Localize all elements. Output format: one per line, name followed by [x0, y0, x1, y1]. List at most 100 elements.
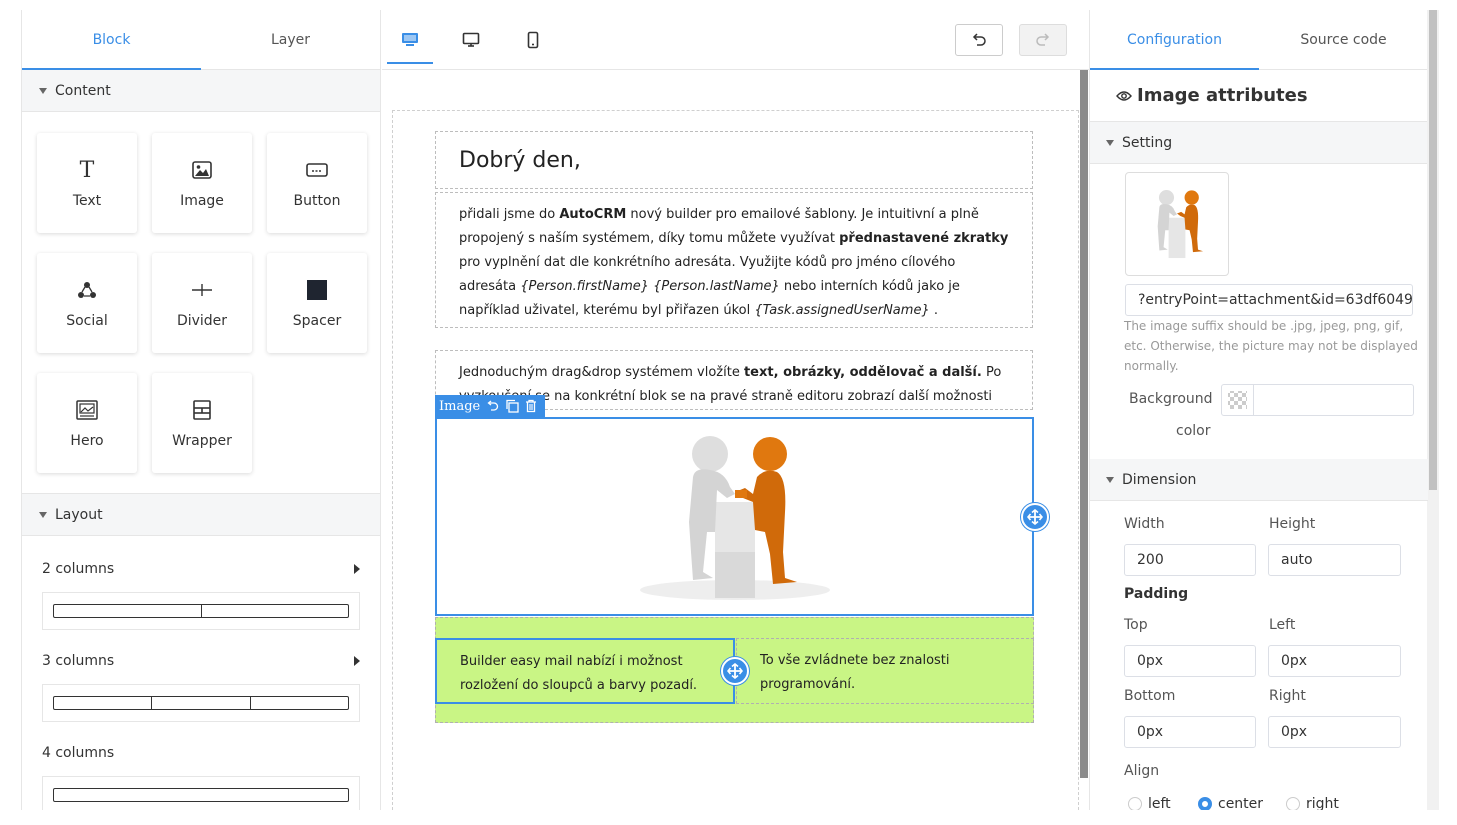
columns-preview[interactable]: [42, 684, 360, 722]
desktop-icon: [462, 32, 480, 47]
undo-button[interactable]: [955, 24, 1003, 56]
layout-3-columns[interactable]: 3 columns: [22, 650, 380, 722]
width-label: Width: [1124, 516, 1165, 532]
image-suffix-hint: The image suffix should be .jpg, jpeg, p…: [1124, 319, 1418, 373]
dimension-section-header[interactable]: Dimension: [1090, 459, 1428, 501]
color-label: color: [1176, 423, 1211, 439]
column-right[interactable]: To vše zvládnete bez znalosti programová…: [736, 638, 1034, 704]
redo-button[interactable]: [1019, 24, 1067, 56]
block-label: Wrapper: [172, 433, 232, 449]
content-section-header[interactable]: Content: [22, 70, 380, 112]
block-image[interactable]: Image: [152, 133, 252, 233]
transparent-swatch-icon: [1222, 385, 1254, 415]
caret-down-icon: [1106, 476, 1114, 483]
layout-section-header[interactable]: Layout: [22, 494, 380, 536]
column-right-text: To vše zvládnete bez znalosti programová…: [760, 653, 950, 692]
image-src-input[interactable]: ?entryPoint=attachment&id=63df6049d0: [1125, 284, 1413, 316]
padding-bottom-input[interactable]: 0px: [1124, 716, 1256, 748]
image-thumbnail[interactable]: [1125, 172, 1229, 276]
radio-checked-icon: [1198, 797, 1212, 810]
text-icon: T: [79, 157, 95, 183]
layout-label: 3 columns: [42, 653, 115, 669]
image-block-toolbar: Image: [435, 395, 545, 417]
caret-right-icon[interactable]: [354, 564, 360, 574]
move-handle-image[interactable]: [1021, 503, 1049, 531]
layout-4-columns[interactable]: 4 columns: [22, 742, 380, 810]
bottom-label: Bottom: [1124, 688, 1176, 704]
caret-down-icon: [39, 87, 47, 94]
handshake-figures-image: [639, 435, 830, 600]
button-icon: [306, 157, 328, 183]
pc-view-button[interactable]: [387, 28, 433, 64]
layout-section-title: Layout: [55, 506, 103, 523]
layout-label: 4 columns: [42, 745, 115, 761]
block-text[interactable]: T Text: [37, 133, 137, 233]
tab-layer[interactable]: Layer: [201, 10, 380, 69]
padding-top-input[interactable]: 0px: [1124, 645, 1256, 677]
editor-canvas-area: Dobrý den, přidali jsme do AutoCRM nový …: [382, 10, 1089, 810]
block-label: Social: [66, 313, 108, 329]
panel-scrollbar[interactable]: [1427, 10, 1439, 810]
height-input[interactable]: auto: [1268, 544, 1401, 576]
align-left-option[interactable]: left: [1128, 796, 1171, 810]
columns-preview[interactable]: [42, 592, 360, 630]
block-label: Button: [293, 193, 341, 209]
padding-right-input[interactable]: 0px: [1268, 716, 1401, 748]
align-label: Align: [1124, 763, 1160, 779]
block-button[interactable]: Button: [267, 133, 367, 233]
image-block-selected[interactable]: [435, 417, 1034, 616]
caret-down-icon: [1106, 139, 1114, 146]
move-icon: [1027, 509, 1043, 525]
mobile-icon: [527, 31, 539, 49]
layout-2-columns[interactable]: 2 columns: [22, 558, 380, 630]
canvas-scrollbar[interactable]: [1080, 70, 1088, 778]
greeting-block[interactable]: Dobrý den,: [435, 131, 1033, 189]
block-divider[interactable]: Divider: [152, 253, 252, 353]
content-section-title: Content: [55, 82, 111, 99]
align-right-option[interactable]: right: [1286, 796, 1339, 810]
text-block-intro[interactable]: přidali jsme do AutoCRM nový builder pro…: [435, 192, 1033, 328]
desktop-view-button[interactable]: [448, 28, 494, 64]
panel-title: Image attributes: [1090, 70, 1428, 122]
right-tabs: Configuration Source code: [1090, 10, 1428, 70]
radio-icon: [1286, 797, 1300, 810]
top-label: Top: [1124, 617, 1148, 633]
column-left-text: Builder easy mail nabízí i možnost rozlo…: [460, 654, 698, 693]
mobile-view-button[interactable]: [510, 28, 556, 64]
tab-block[interactable]: Block: [22, 10, 201, 70]
block-panel: Block Layer Content T Text Image Button …: [21, 10, 381, 810]
hero-icon: [76, 397, 98, 423]
redo-icon: [1036, 33, 1050, 46]
move-icon: [727, 663, 743, 679]
block-hero[interactable]: Hero: [37, 373, 137, 473]
caret-right-icon[interactable]: [354, 656, 360, 666]
delete-icon[interactable]: [525, 399, 537, 413]
padding-label: Padding: [1124, 586, 1189, 602]
editor-toolbar: [382, 10, 1089, 70]
block-social[interactable]: Social: [37, 253, 137, 353]
block-label: Hero: [70, 433, 104, 449]
setting-section-title: Setting: [1122, 134, 1173, 151]
columns-preview[interactable]: [42, 776, 360, 810]
padding-left-input[interactable]: 0px: [1268, 645, 1401, 677]
tab-source-code[interactable]: Source code: [1259, 10, 1428, 69]
column-left[interactable]: Builder easy mail nabízí i možnost rozlo…: [435, 638, 735, 704]
right-label: Right: [1269, 688, 1306, 704]
setting-section-header[interactable]: Setting: [1090, 122, 1428, 164]
dimension-section-title: Dimension: [1122, 471, 1197, 488]
width-input[interactable]: 200: [1124, 544, 1256, 576]
layout-label: 2 columns: [42, 561, 115, 577]
block-spacer[interactable]: Spacer: [267, 253, 367, 353]
move-handle-column[interactable]: [721, 657, 749, 685]
align-center-option[interactable]: center: [1198, 796, 1263, 810]
undo-icon[interactable]: [486, 400, 499, 412]
copy-icon[interactable]: [505, 399, 519, 413]
block-label: Divider: [176, 313, 228, 329]
spacer-icon: [307, 277, 327, 303]
content-blocks: T Text Image Button Social Divider Space…: [22, 112, 380, 494]
block-wrapper[interactable]: Wrapper: [152, 373, 252, 473]
block-label: Image: [180, 193, 224, 209]
background-color-picker[interactable]: [1221, 384, 1414, 416]
intro-paragraph: přidali jsme do AutoCRM nový builder pro…: [459, 207, 1009, 318]
tab-configuration[interactable]: Configuration: [1090, 10, 1259, 70]
